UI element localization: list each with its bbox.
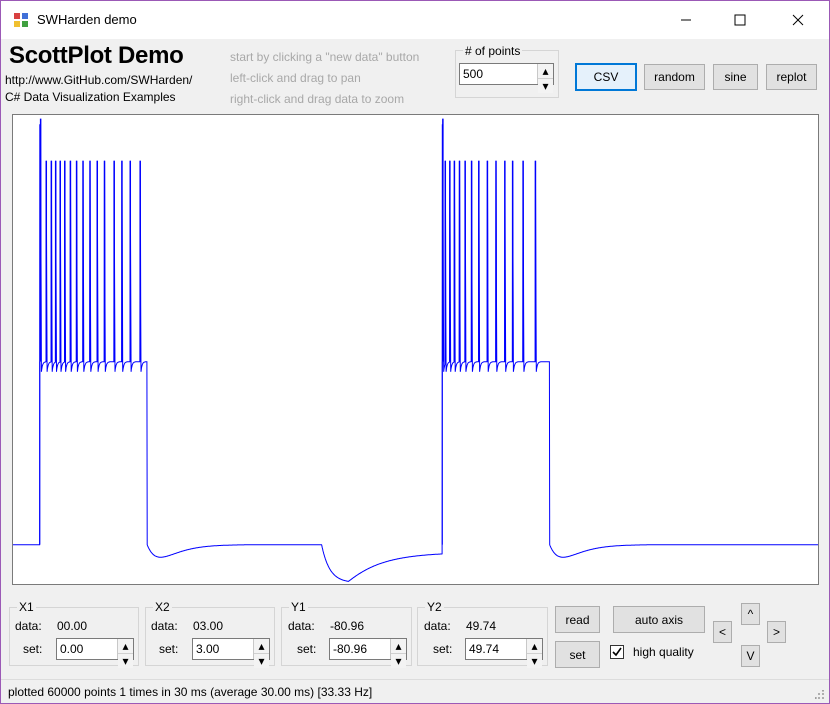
checkmark-icon bbox=[612, 647, 622, 657]
spin-down-icon[interactable]: ▾ bbox=[391, 653, 406, 668]
resize-grip-icon[interactable] bbox=[815, 690, 825, 700]
high-quality-label: high quality bbox=[633, 645, 694, 659]
spin-down-icon[interactable]: ▾ bbox=[527, 653, 542, 668]
maximize-button[interactable] bbox=[717, 1, 763, 39]
x2-data-value: 03.00 bbox=[193, 619, 224, 633]
plot-canvas[interactable] bbox=[13, 115, 818, 584]
app-window: SWHarden demo ScottPlot Demo http://www.… bbox=[0, 0, 830, 704]
y1-label: Y1 bbox=[289, 600, 308, 614]
y2-set-label: set: bbox=[433, 642, 453, 656]
x2-set-stepper[interactable]: 3.00 ▴ ▾ bbox=[192, 638, 270, 668]
minimize-icon bbox=[681, 19, 691, 21]
spin-up-icon[interactable]: ▴ bbox=[118, 639, 133, 653]
x1-set-stepper[interactable]: 0.00 ▴ ▾ bbox=[56, 638, 134, 668]
y1-data-value: -80.96 bbox=[330, 619, 365, 633]
nav-right-button[interactable]: > bbox=[767, 621, 786, 643]
status-text: plotted 60000 points 1 times in 30 ms (a… bbox=[8, 685, 373, 699]
title-bar: SWHarden demo bbox=[1, 1, 829, 39]
hint-new-data: start by clicking a "new data" button bbox=[230, 50, 420, 64]
set-button[interactable]: set bbox=[555, 641, 600, 668]
nav-left-button[interactable]: < bbox=[713, 621, 732, 643]
y1-set-value: -80.96 bbox=[333, 642, 368, 656]
plot-area[interactable] bbox=[12, 114, 819, 585]
x2-data-label: data: bbox=[151, 619, 178, 633]
spin-down-icon[interactable]: ▾ bbox=[118, 653, 133, 668]
y2-data-label: data: bbox=[424, 619, 451, 633]
spin-up-icon[interactable]: ▴ bbox=[254, 639, 269, 653]
auto-axis-button[interactable]: auto axis bbox=[613, 606, 705, 633]
status-bar: plotted 60000 points 1 times in 30 ms (a… bbox=[1, 679, 829, 703]
nav-down-button[interactable]: V bbox=[741, 645, 760, 667]
high-quality-checkbox[interactable] bbox=[610, 645, 624, 659]
y1-set-stepper[interactable]: -80.96 ▴ ▾ bbox=[329, 638, 407, 668]
y2-label: Y2 bbox=[425, 600, 444, 614]
voltage-trace bbox=[13, 124, 818, 582]
app-heading: ScottPlot Demo bbox=[9, 42, 184, 69]
spin-down-icon[interactable]: ▾ bbox=[254, 653, 269, 668]
nav-up-button[interactable]: ^ bbox=[741, 603, 760, 625]
app-subtitle: C# Data Visualization Examples bbox=[5, 90, 176, 104]
sine-button[interactable]: sine bbox=[713, 64, 758, 90]
points-label: # of points bbox=[463, 44, 523, 58]
x1-label: X1 bbox=[17, 600, 36, 614]
x2-set-value: 3.00 bbox=[196, 642, 220, 656]
minimize-button[interactable] bbox=[663, 1, 709, 39]
y2-set-value: 49.74 bbox=[469, 642, 500, 656]
hint-pan: left-click and drag to pan bbox=[230, 71, 361, 85]
x1-set-value: 0.00 bbox=[60, 642, 84, 656]
spin-up-icon[interactable]: ▴ bbox=[538, 64, 553, 78]
spin-up-icon[interactable]: ▴ bbox=[391, 639, 406, 653]
y2-set-stepper[interactable]: 49.74 ▴ ▾ bbox=[465, 638, 543, 668]
y1-set-label: set: bbox=[297, 642, 317, 656]
y2-data-value: 49.74 bbox=[466, 619, 497, 633]
csv-button[interactable]: CSV bbox=[575, 63, 637, 91]
x2-label: X2 bbox=[153, 600, 172, 614]
window-title: SWHarden demo bbox=[37, 12, 137, 27]
spin-up-icon[interactable]: ▴ bbox=[527, 639, 542, 653]
replot-button[interactable]: replot bbox=[766, 64, 817, 90]
x1-data-value: 00.00 bbox=[57, 619, 88, 633]
points-value: 500 bbox=[463, 67, 484, 81]
read-button[interactable]: read bbox=[555, 606, 600, 633]
random-button[interactable]: random bbox=[644, 64, 705, 90]
app-icon bbox=[14, 13, 28, 27]
points-stepper[interactable]: 500 ▴ ▾ bbox=[459, 63, 554, 93]
x1-data-label: data: bbox=[15, 619, 42, 633]
x1-set-label: set: bbox=[23, 642, 43, 656]
spin-down-icon[interactable]: ▾ bbox=[538, 78, 553, 93]
github-url: http://www.GitHub.com/SWHarden/ bbox=[5, 73, 193, 87]
close-button[interactable] bbox=[775, 1, 821, 39]
x2-set-label: set: bbox=[159, 642, 179, 656]
close-icon bbox=[792, 14, 804, 26]
y1-data-label: data: bbox=[288, 619, 315, 633]
maximize-icon bbox=[734, 14, 746, 26]
hint-zoom: right-click and drag data to zoom bbox=[230, 92, 405, 106]
